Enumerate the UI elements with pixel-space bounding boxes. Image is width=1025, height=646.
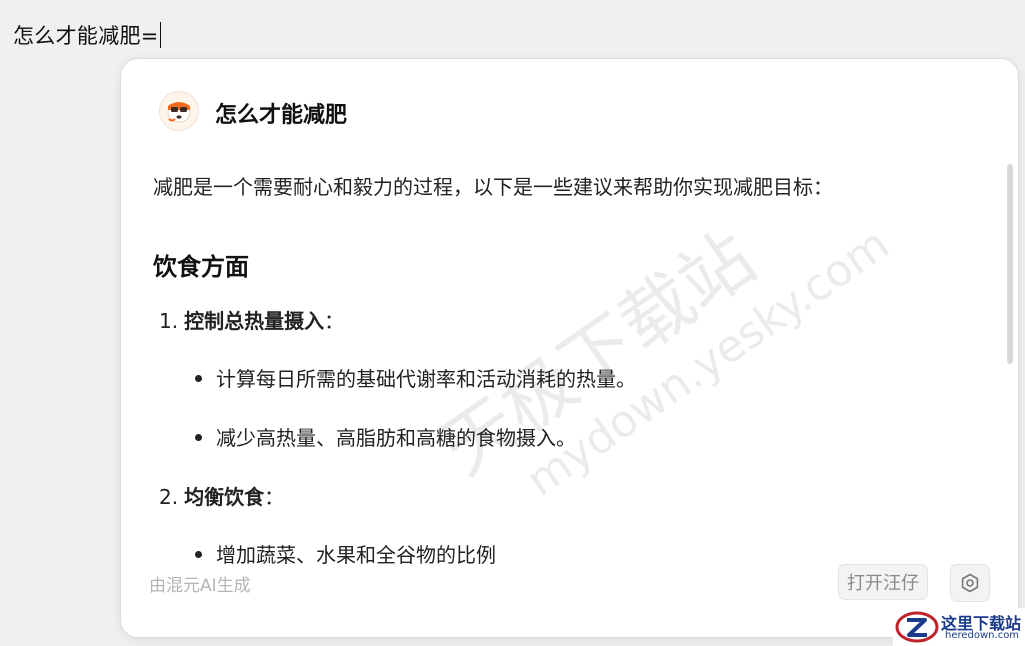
answer-content[interactable]: 减肥是一个需要耐心和毅力的过程，以下是一些建议来帮助你实现减肥目标： 饮食方面 …: [153, 159, 983, 601]
section-heading: 饮食方面: [153, 253, 249, 281]
list-item: 2. 均衡饮食：: [159, 481, 284, 510]
list-item: 1. 控制总热量摄入：: [159, 305, 344, 334]
z-logo-icon: [895, 611, 939, 643]
bullet-dot: [195, 551, 202, 558]
bullet-dot: [195, 375, 202, 382]
bullet-text: 增加蔬菜、水果和全谷物的比例: [216, 543, 496, 567]
card-title: 怎么才能减肥: [215, 103, 348, 128]
site-logo: 这里下载站 heredown.com: [893, 608, 1025, 646]
settings-button[interactable]: [950, 564, 990, 602]
list-item-label: 均衡饮食: [184, 485, 265, 509]
bullet-item: 增加蔬菜、水果和全谷物的比例: [195, 539, 496, 568]
bullet-item: 计算每日所需的基础代谢率和活动消耗的热量。: [195, 363, 636, 392]
ai-answer-card: 怎么才能减肥 天极下载站 mydown.yesky.com 减肥是一个需要耐心和…: [120, 58, 1019, 638]
search-query-text[interactable]: 怎么才能减肥=: [13, 20, 161, 50]
search-query-bar[interactable]: 怎么才能减肥=: [0, 0, 1025, 62]
list-item-suffix: ：: [324, 309, 345, 333]
ai-generated-note: 由混元AI生成: [149, 576, 251, 596]
list-item-label: 控制总热量摄入: [184, 309, 325, 333]
sogou-dog-avatar-icon: [159, 91, 199, 131]
bullet-text: 减少高热量、高脂肪和高糖的食物摄入。: [216, 426, 576, 450]
bullet-text: 计算每日所需的基础代谢率和活动消耗的热量。: [216, 367, 636, 391]
scrollbar[interactable]: [1007, 164, 1013, 364]
list-item-number: 1.: [159, 309, 179, 333]
bullet-dot: [195, 434, 202, 441]
site-domain: heredown.com: [945, 630, 1020, 641]
list-item-number: 2.: [159, 485, 179, 509]
settings-icon: [961, 573, 979, 593]
intro-text: 减肥是一个需要耐心和毅力的过程，以下是一些建议来帮助你实现减肥目标：: [153, 175, 833, 199]
list-item-suffix: ：: [264, 485, 285, 509]
bullet-item: 减少高热量、高脂肪和高糖的食物摄入。: [195, 422, 576, 451]
open-wangzai-button[interactable]: 打开汪仔: [838, 564, 928, 600]
text-caret: [159, 22, 161, 48]
